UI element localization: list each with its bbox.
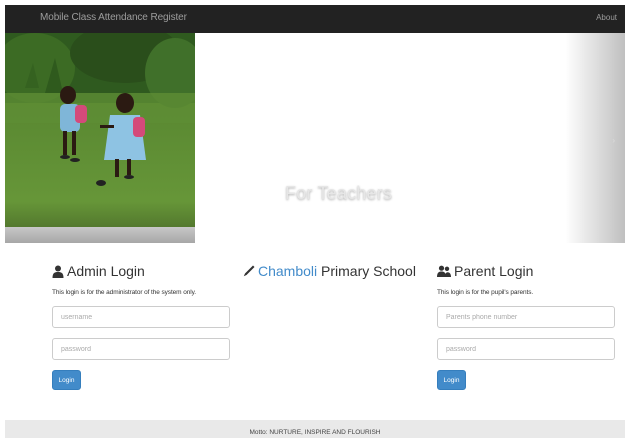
admin-username-input[interactable] — [52, 306, 230, 328]
admin-login-panel: Admin Login This login is for the admini… — [52, 262, 232, 390]
hero-carousel: For Teachers › — [5, 33, 625, 243]
users-icon — [437, 265, 451, 277]
carousel-control-right[interactable] — [565, 33, 625, 243]
carousel-caption: For Teachers — [285, 183, 393, 203]
carousel-control-left[interactable] — [5, 33, 195, 243]
admin-login-title: Admin Login — [67, 263, 145, 279]
school-panel: Chamboli Primary School — [243, 262, 423, 280]
admin-login-button[interactable]: Login — [52, 370, 81, 390]
navbar-brand[interactable]: Mobile Class Attendance Register — [40, 12, 187, 23]
footer: Motto: NURTURE, INSPIRE AND FLOURISH — [5, 420, 625, 438]
pencil-icon — [243, 265, 255, 277]
parent-login-heading: Parent Login — [437, 262, 617, 280]
parent-phone-input[interactable] — [437, 306, 615, 328]
school-name-rest: Primary School — [317, 263, 416, 279]
parent-login-description: This login is for the pupil's parents. — [437, 289, 534, 296]
chevron-right-icon[interactable]: › — [612, 136, 615, 145]
user-icon — [52, 265, 64, 278]
footer-motto: Motto: NURTURE, INSPIRE AND FLOURISH — [249, 429, 381, 436]
parent-login-button[interactable]: Login — [437, 370, 466, 390]
nav-link-about[interactable]: About — [596, 13, 617, 22]
school-name-accent[interactable]: Chamboli — [258, 263, 317, 279]
admin-password-input[interactable] — [52, 338, 230, 360]
parent-login-panel: Parent Login This login is for the pupil… — [437, 262, 617, 390]
parent-login-title: Parent Login — [454, 263, 534, 279]
admin-login-heading: Admin Login — [52, 262, 232, 280]
top-navbar: Mobile Class Attendance Register About — [5, 5, 625, 33]
parent-password-input[interactable] — [437, 338, 615, 360]
school-heading: Chamboli Primary School — [243, 262, 423, 280]
admin-login-description: This login is for the administrator of t… — [52, 289, 196, 296]
